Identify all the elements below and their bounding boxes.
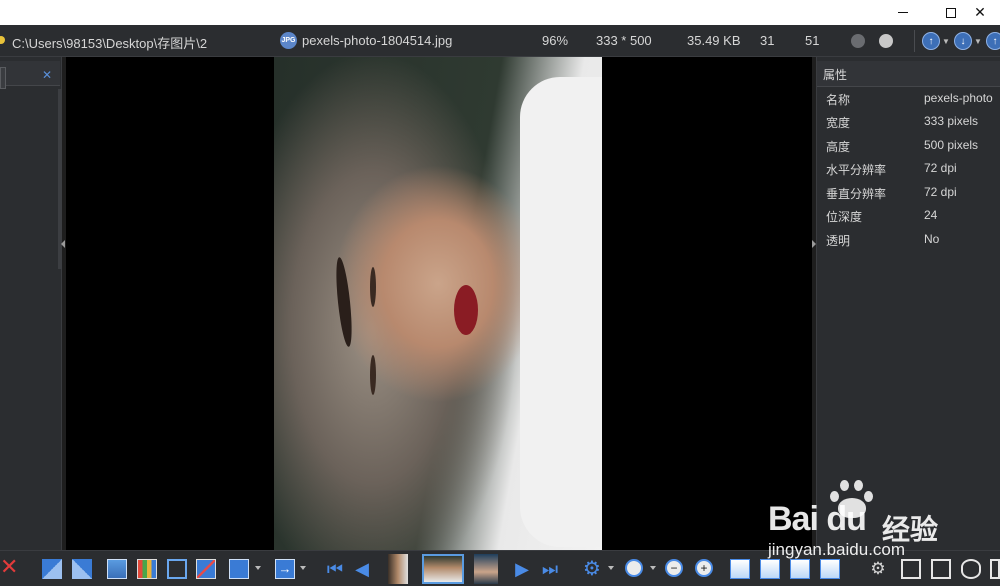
file-name: pexels-photo-1804514.jpg [302,33,453,48]
chevron-down-icon[interactable] [255,566,261,570]
chevron-down-icon[interactable]: ▼ [942,37,950,46]
status-dot-icon [851,34,865,48]
window-title-bar: ✕ [0,0,1000,25]
crop-icon[interactable] [167,559,187,579]
property-value: pexels-photo [924,91,993,105]
zoom-icon[interactable] [625,559,643,577]
property-key: 高度 [826,140,851,154]
thumbnail-current[interactable] [422,554,464,584]
property-key: 位深度 [826,210,863,224]
chevron-down-icon[interactable] [608,566,614,570]
actual-size-icon[interactable] [760,559,780,579]
first-image-icon[interactable]: ⏮ [325,559,345,579]
settings-icon[interactable]: ⚙ [582,559,602,579]
nav-up-icon[interactable]: ↑ [986,32,1000,50]
panel-tab[interactable] [0,67,6,89]
property-value: 24 [924,208,938,222]
folder-path[interactable]: C:\Users\98153\Desktop\存图片\2 [12,33,207,52]
chevron-down-icon[interactable] [300,566,306,570]
property-value: 500 pixels [924,138,979,152]
property-row: 名称 pexels-photo [817,87,1000,110]
histogram-icon[interactable] [137,559,157,579]
property-value: 72 dpi [924,161,957,175]
tools-icon[interactable]: ⚙ [868,559,888,579]
folder-icon [0,36,5,44]
property-row: 水平分辨率 72 dpi [817,157,1000,180]
property-value: 72 dpi [924,185,957,199]
maximize-icon [946,7,956,18]
separator [914,30,915,52]
fit-height-icon[interactable] [820,559,840,579]
property-row: 宽度 333 pixels [817,110,1000,133]
property-key: 名称 [826,93,851,107]
image-total: 51 [805,33,820,48]
close-window-button[interactable]: ✕ [960,0,1000,25]
close-icon: ✕ [974,4,986,21]
property-row: 透明 No [817,228,1000,251]
property-key: 宽度 [826,116,851,130]
left-panel: ✕ [0,57,62,550]
bottom-toolbar: ✕ → ⏮ ◀ ▶ ⏭ ⚙ − + ⚙ [0,550,1000,586]
displayed-photo [274,57,602,550]
thumbnail-next[interactable] [474,554,498,584]
next-image-icon[interactable]: ▶ [512,559,532,579]
property-row: 垂直分辨率 72 dpi [817,181,1000,204]
image-index: 31 [760,33,775,48]
zoom-out-icon[interactable]: − [665,559,683,577]
preview-eye-icon[interactable] [961,559,981,579]
edit-icon[interactable] [229,559,249,579]
property-row: 位深度 24 [817,204,1000,227]
photo-bangs [333,256,355,348]
property-row: 高度 500 pixels [817,134,1000,157]
photo-lips [454,285,478,335]
collapse-left-handle[interactable] [61,240,65,248]
nav-forward-icon[interactable]: ↓ [954,32,972,50]
previous-image-icon[interactable]: ◀ [352,559,372,579]
property-key: 透明 [826,234,851,248]
minimize-icon [898,12,908,13]
property-value: No [924,232,940,246]
panel-layout-icon[interactable] [901,559,921,579]
image-viewer[interactable] [66,57,812,550]
photo-eye [370,355,376,395]
chevron-down-icon[interactable] [650,566,656,570]
photo-eye [370,267,376,307]
photo-shirt [520,77,602,547]
zoom-level: 96% [542,33,569,48]
chevron-down-icon[interactable]: ▼ [974,37,982,46]
thumbnail-grid-icon[interactable] [107,559,127,579]
fit-width-icon[interactable] [790,559,810,579]
minimize-button[interactable] [880,0,926,25]
nav-back-icon[interactable]: ↑ [922,32,940,50]
thumbnail-previous[interactable] [388,554,408,584]
properties-title: 属性 [817,61,1000,87]
jpg-file-icon: JPG [280,32,297,49]
resize-icon[interactable] [196,559,216,579]
open-with-icon[interactable]: → [275,559,295,579]
image-dimensions: 333 * 500 [596,33,652,48]
file-info-bar: C:\Users\98153\Desktop\存图片\2 JPG pexels-… [0,25,1000,57]
move-to-icon[interactable] [72,559,92,579]
property-key: 垂直分辨率 [826,187,887,201]
delete-icon[interactable]: ✕ [0,555,18,579]
copy-to-icon[interactable] [42,559,62,579]
close-panel-icon[interactable]: ✕ [42,68,52,82]
zoom-in-icon[interactable]: + [695,559,713,577]
left-panel-header: ✕ [0,61,60,89]
property-key: 水平分辨率 [826,163,887,177]
property-value: 333 pixels [924,114,979,128]
properties-panel: 属性 名称 pexels-photo 宽度 333 pixels 高度 500 … [816,57,1000,550]
grid-layout-icon[interactable] [931,559,951,579]
fit-window-icon[interactable] [730,559,750,579]
fullscreen-icon[interactable] [990,559,1000,579]
status-dot-icon [879,34,893,48]
last-image-icon[interactable]: ⏭ [540,559,560,579]
file-size: 35.49 KB [687,33,741,48]
